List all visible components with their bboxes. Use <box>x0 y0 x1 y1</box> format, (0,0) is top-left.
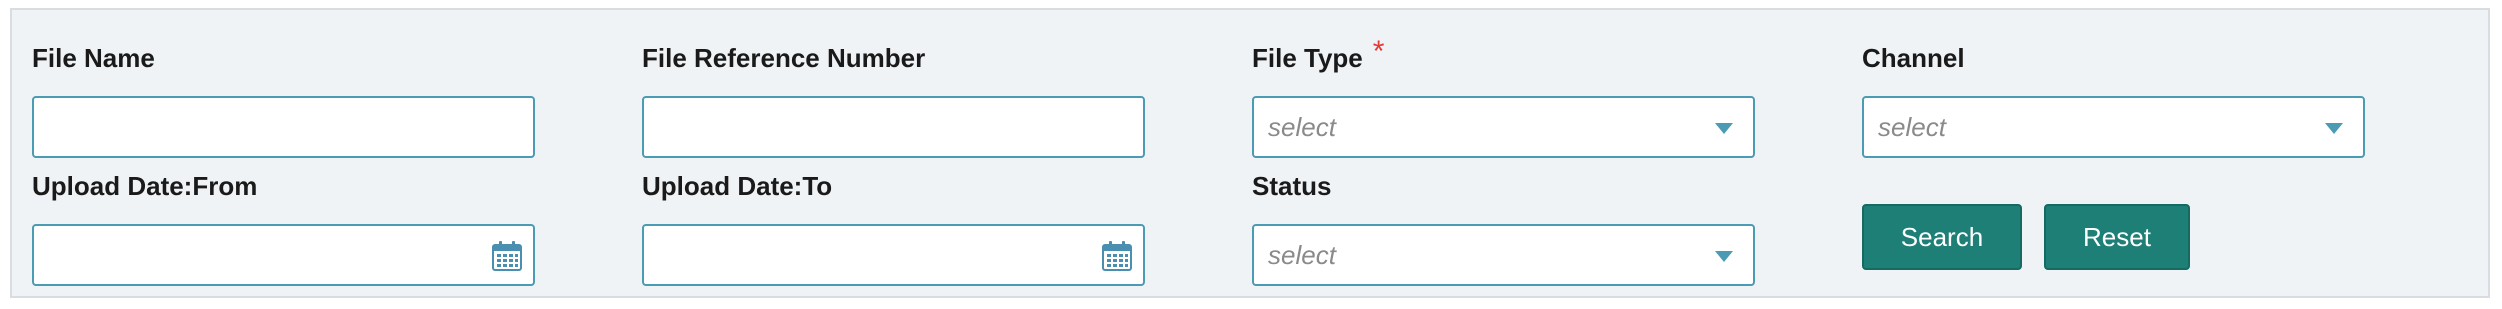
search-button[interactable]: Search <box>1862 204 2022 270</box>
file-type-select[interactable]: select <box>1252 96 1755 158</box>
file-reference-number-input-box[interactable] <box>642 96 1145 158</box>
status-label: Status <box>1252 171 1332 201</box>
status-select-value: select <box>1268 240 1336 270</box>
file-type-label: File Type * <box>1252 35 1384 76</box>
file-reference-number-label: File Reference Number <box>642 43 926 73</box>
file-name-label: File Name <box>32 43 155 73</box>
upload-date-to-label: Upload Date:To <box>642 171 833 201</box>
channel-label: Channel <box>1862 43 1965 73</box>
reset-button[interactable]: Reset <box>2044 204 2190 270</box>
calendar-icon[interactable] <box>491 240 523 272</box>
file-type-select-value: select <box>1268 112 1336 142</box>
chevron-down-icon <box>2325 123 2343 134</box>
file-name-input[interactable] <box>34 98 533 156</box>
upload-date-from-input[interactable] <box>34 226 533 284</box>
search-filter-panel: File Name File Reference Number File Typ… <box>10 8 2490 298</box>
channel-select-value: select <box>1878 112 1946 142</box>
upload-date-from-input-box[interactable] <box>32 224 535 286</box>
file-type-label-text: File Type <box>1252 43 1363 73</box>
upload-date-from-label: Upload Date:From <box>32 171 258 201</box>
required-marker: * <box>1372 35 1385 68</box>
status-select[interactable]: select <box>1252 224 1755 286</box>
upload-date-to-input[interactable] <box>644 226 1143 284</box>
file-reference-number-input[interactable] <box>644 98 1143 156</box>
file-name-input-box[interactable] <box>32 96 535 158</box>
chevron-down-icon <box>1715 251 1733 262</box>
channel-select[interactable]: select <box>1862 96 2365 158</box>
calendar-icon[interactable] <box>1101 240 1133 272</box>
chevron-down-icon <box>1715 123 1733 134</box>
upload-date-to-input-box[interactable] <box>642 224 1145 286</box>
